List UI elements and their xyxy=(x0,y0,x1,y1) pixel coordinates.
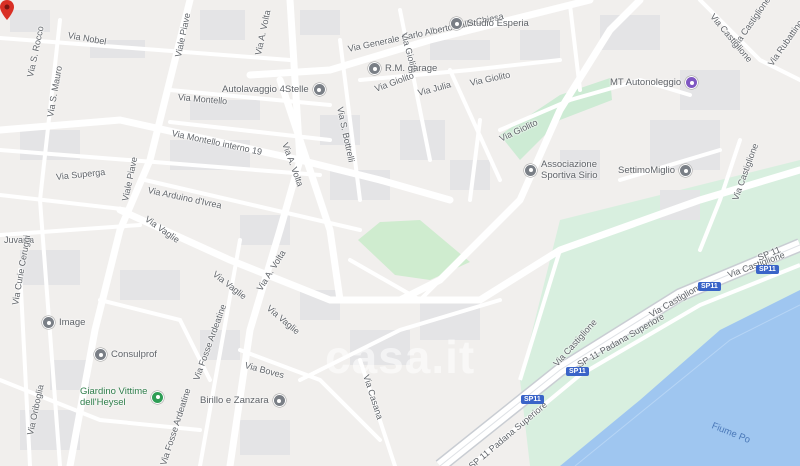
location-pin-icon[interactable] xyxy=(0,0,14,20)
poi-label: Image xyxy=(59,317,86,328)
poi-label: SettimoMiglio xyxy=(618,165,676,176)
poi-marker-icon xyxy=(450,17,463,30)
poi-birillo-e-zanzara[interactable]: Birillo e Zanzara xyxy=(200,394,286,407)
poi-giardino-vittime-heysel[interactable]: Giardino Vittime dell'Heysel xyxy=(80,386,165,408)
poi-marker-icon xyxy=(368,62,381,75)
poi-label: Giardino Vittime dell'Heysel xyxy=(80,386,148,408)
poi-label: Autolavaggio 4Stelle xyxy=(222,84,309,95)
poi-autolavaggio-4stelle[interactable]: Autolavaggio 4Stelle xyxy=(222,83,326,96)
poi-associazione-sportiva-sirio[interactable]: Associazione Sportiva Sirio xyxy=(524,159,598,181)
poi-studio-esperia[interactable]: Studio Esperia xyxy=(450,17,529,30)
poi-mt-autonoleggio[interactable]: MT Autonoleggio xyxy=(610,76,699,89)
map-canvas[interactable]: Via Nobel Via S. Rocco Via S. Mauro Viale P… xyxy=(0,0,800,466)
road-shield: SP11 xyxy=(566,367,589,376)
poi-marker-icon xyxy=(685,76,699,89)
poi-label: Studio Esperia xyxy=(467,18,529,29)
poi-label: Associazione Sportiva Sirio xyxy=(541,159,598,181)
poi-settimo-miglio[interactable]: SettimoMiglio xyxy=(618,164,693,177)
poi-marker-icon xyxy=(312,83,326,96)
poi-consulprof[interactable]: Consulprof xyxy=(94,348,157,361)
poi-marker-icon xyxy=(42,316,55,329)
poi-label: MT Autonoleggio xyxy=(610,77,682,88)
road-shield: SP11 xyxy=(521,395,544,404)
poi-marker-icon xyxy=(94,348,107,361)
poi-image[interactable]: Image xyxy=(42,316,85,329)
poi-label: R.M. garage xyxy=(385,63,438,74)
poi-rm-garage[interactable]: R.M. garage xyxy=(368,62,437,75)
road-shield: SP11 xyxy=(698,282,721,291)
poi-label: Consulprof xyxy=(111,349,157,360)
poi-marker-icon xyxy=(272,394,286,407)
poi-marker-icon xyxy=(679,164,693,177)
poi-marker-icon xyxy=(151,390,165,404)
watermark: casa.it xyxy=(325,331,476,383)
road-shield: SP11 xyxy=(756,265,779,274)
poi-marker-icon xyxy=(524,163,537,177)
poi-label: Birillo e Zanzara xyxy=(200,395,269,406)
